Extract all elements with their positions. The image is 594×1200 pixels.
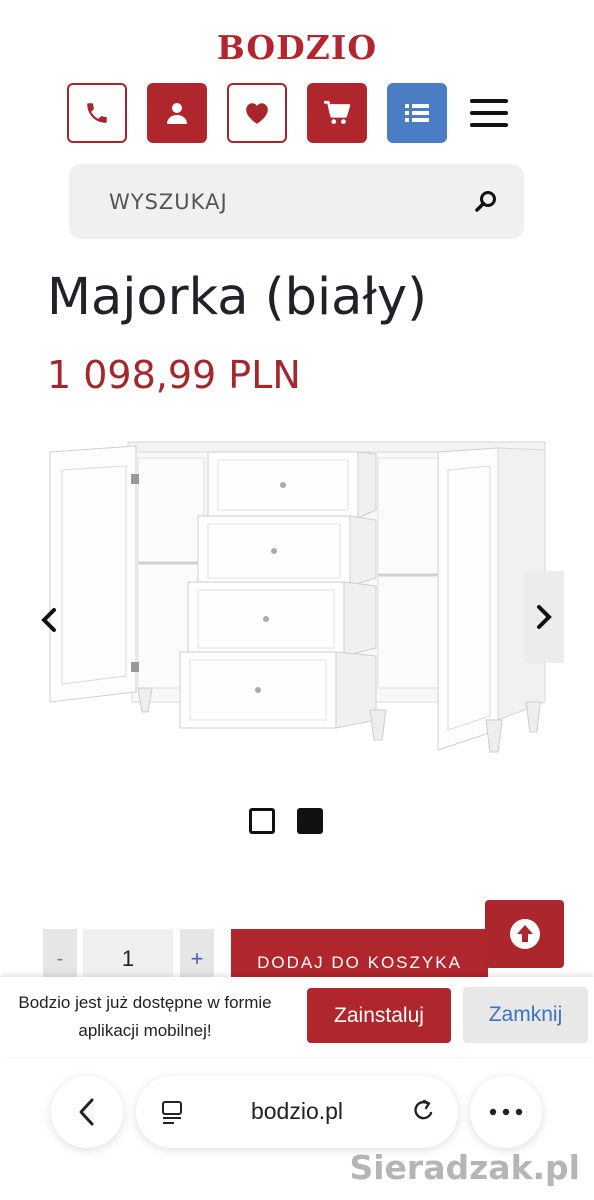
logo[interactable]: BODZIO bbox=[0, 28, 594, 67]
search-bar[interactable]: WYSZUKAJ bbox=[69, 164, 524, 239]
product-price: 1 098,99 PLN bbox=[47, 353, 301, 397]
phone-icon bbox=[87, 103, 107, 123]
address-bar[interactable]: bodzio.pl bbox=[136, 1076, 458, 1148]
categories-button[interactable] bbox=[387, 83, 447, 143]
install-button[interactable]: Zainstaluj bbox=[307, 988, 451, 1043]
ellipsis-icon bbox=[489, 1108, 523, 1116]
close-banner-button[interactable]: Zamknij bbox=[463, 987, 588, 1043]
reload-icon[interactable] bbox=[410, 1098, 436, 1126]
watermark: Sieradzak.pl bbox=[349, 1148, 580, 1187]
gallery-prev-icon[interactable] bbox=[38, 602, 60, 638]
phone-button[interactable] bbox=[67, 83, 127, 143]
cart-icon bbox=[324, 100, 351, 124]
banner-line-2: aplikacji mobilnej! bbox=[78, 1021, 212, 1040]
list-icon bbox=[405, 104, 429, 122]
chevron-right-icon bbox=[537, 605, 552, 629]
search-input[interactable]: WYSZUKAJ bbox=[109, 190, 228, 214]
search-icon[interactable] bbox=[474, 190, 498, 214]
account-button[interactable] bbox=[147, 83, 207, 143]
wishlist-button[interactable] bbox=[227, 83, 287, 143]
arrow-up-circle-icon bbox=[509, 919, 540, 949]
gallery-next-button[interactable] bbox=[524, 571, 564, 663]
menu-icon[interactable] bbox=[470, 96, 508, 130]
more-options-button[interactable] bbox=[470, 1076, 542, 1148]
product-image bbox=[49, 441, 546, 753]
heart-icon bbox=[246, 103, 268, 124]
user-icon bbox=[167, 103, 187, 124]
gallery-dot-1[interactable] bbox=[249, 808, 275, 834]
cart-button[interactable] bbox=[307, 83, 367, 143]
browser-back-button[interactable] bbox=[51, 1076, 123, 1148]
scroll-to-top-button[interactable] bbox=[485, 900, 564, 968]
banner-message: Bodzio jest już dostępne w formie aplika… bbox=[0, 989, 290, 1045]
gallery-dot-2[interactable] bbox=[297, 808, 323, 834]
chevron-left-icon bbox=[79, 1098, 94, 1126]
banner-line-1: Bodzio jest już dostępne w formie bbox=[18, 993, 272, 1012]
product-title: Majorka (biały) bbox=[47, 268, 427, 327]
app-install-banner: Bodzio jest już dostępne w formie aplika… bbox=[0, 977, 594, 1057]
